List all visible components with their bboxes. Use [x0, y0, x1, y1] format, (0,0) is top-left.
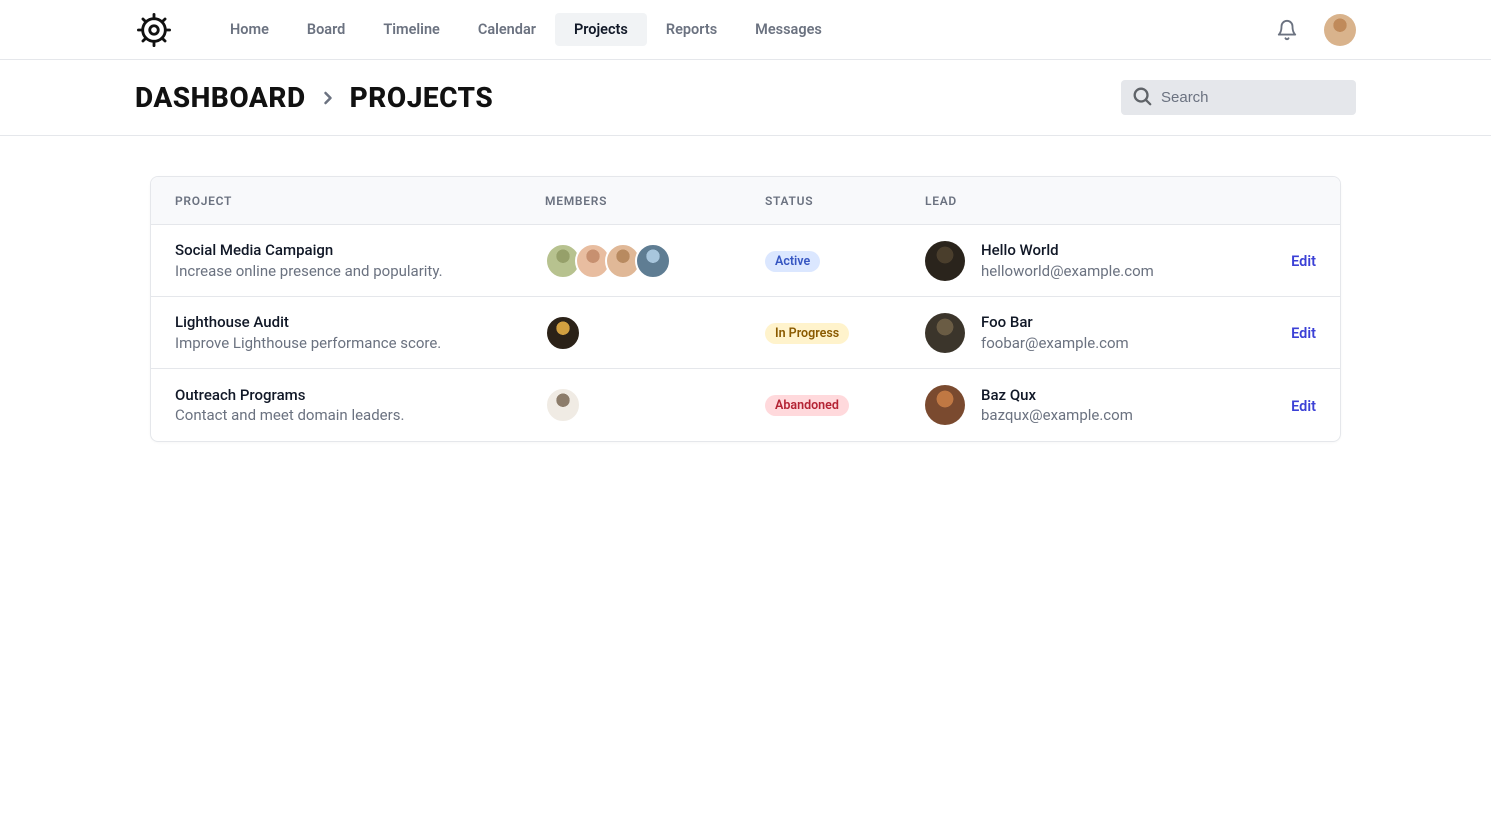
chevron-right-icon — [318, 88, 338, 108]
breadcrumb-item-dashboard[interactable]: DASHBOARD — [135, 81, 306, 114]
user-avatar[interactable] — [1324, 14, 1356, 46]
status-badge: Active — [765, 251, 820, 272]
nav-item-projects[interactable]: Projects — [555, 13, 647, 46]
lead-avatar[interactable] — [925, 385, 965, 425]
breadcrumb: DASHBOARD PROJECTS — [135, 81, 493, 114]
content-area: PROJECT MEMBERS STATUS LEAD Social Media… — [0, 136, 1491, 482]
project-cell: Social Media CampaignIncrease online pre… — [175, 240, 545, 281]
nav-item-calendar[interactable]: Calendar — [459, 13, 555, 46]
lead-cell: Foo Barfoobar@example.com — [925, 312, 1216, 353]
notifications-button[interactable] — [1272, 15, 1302, 45]
status-badge: Abandoned — [765, 395, 849, 416]
lead-cell: Hello Worldhelloworld@example.com — [925, 240, 1216, 281]
action-cell: Edit — [1216, 251, 1316, 270]
table-row: Outreach ProgramsContact and meet domain… — [151, 369, 1340, 441]
gear-icon — [137, 13, 171, 47]
action-cell: Edit — [1216, 396, 1316, 415]
nav-item-board[interactable]: Board — [288, 13, 364, 46]
action-cell: Edit — [1216, 323, 1316, 342]
primary-nav: HomeBoardTimelineCalendarProjectsReports… — [211, 13, 841, 46]
projects-table: PROJECT MEMBERS STATUS LEAD Social Media… — [150, 176, 1341, 442]
members-cell — [545, 387, 765, 423]
lead-name: Foo Bar — [981, 312, 1129, 332]
project-description: Contact and meet domain leaders. — [175, 405, 545, 425]
topbar: HomeBoardTimelineCalendarProjectsReports… — [0, 0, 1491, 60]
nav-item-timeline[interactable]: Timeline — [364, 13, 459, 46]
nav-item-messages[interactable]: Messages — [736, 13, 841, 46]
status-badge: In Progress — [765, 323, 849, 344]
table-row: Social Media CampaignIncrease online pre… — [151, 225, 1340, 297]
project-description: Improve Lighthouse performance score. — [175, 333, 545, 353]
lead-name: Hello World — [981, 240, 1154, 260]
edit-link[interactable]: Edit — [1291, 325, 1316, 342]
lead-email: helloworld@example.com — [981, 261, 1154, 281]
nav-item-reports[interactable]: Reports — [647, 13, 736, 46]
app-logo[interactable] — [135, 11, 173, 49]
lead-email: foobar@example.com — [981, 333, 1129, 353]
col-header-project: PROJECT — [175, 194, 545, 208]
breadcrumb-item-projects: PROJECTS — [350, 81, 494, 114]
project-name: Lighthouse Audit — [175, 312, 545, 332]
lead-email: bazqux@example.com — [981, 405, 1133, 425]
status-cell: In Progress — [765, 322, 925, 344]
page-header: DASHBOARD PROJECTS — [0, 60, 1491, 136]
nav-item-home[interactable]: Home — [211, 13, 288, 46]
col-header-status: STATUS — [765, 194, 925, 208]
project-cell: Outreach ProgramsContact and meet domain… — [175, 385, 545, 426]
status-cell: Active — [765, 250, 925, 272]
search-input[interactable] — [1121, 80, 1356, 115]
member-avatar[interactable] — [545, 387, 581, 423]
lead-name: Baz Qux — [981, 385, 1133, 405]
col-header-lead: LEAD — [925, 194, 1216, 208]
member-avatar[interactable] — [635, 243, 671, 279]
col-header-members: MEMBERS — [545, 194, 765, 208]
bell-icon — [1276, 19, 1298, 41]
project-description: Increase online presence and popularity. — [175, 261, 545, 281]
table-row: Lighthouse AuditImprove Lighthouse perfo… — [151, 297, 1340, 369]
edit-link[interactable]: Edit — [1291, 253, 1316, 270]
member-avatar[interactable] — [545, 315, 581, 351]
lead-avatar[interactable] — [925, 313, 965, 353]
topbar-right — [1272, 14, 1356, 46]
status-cell: Abandoned — [765, 394, 925, 416]
search-container — [1121, 80, 1356, 115]
members-cell — [545, 315, 765, 351]
project-cell: Lighthouse AuditImprove Lighthouse perfo… — [175, 312, 545, 353]
edit-link[interactable]: Edit — [1291, 398, 1316, 415]
members-cell — [545, 243, 765, 279]
table-header-row: PROJECT MEMBERS STATUS LEAD — [151, 177, 1340, 225]
lead-avatar[interactable] — [925, 241, 965, 281]
project-name: Outreach Programs — [175, 385, 545, 405]
project-name: Social Media Campaign — [175, 240, 545, 260]
lead-cell: Baz Quxbazqux@example.com — [925, 385, 1216, 426]
